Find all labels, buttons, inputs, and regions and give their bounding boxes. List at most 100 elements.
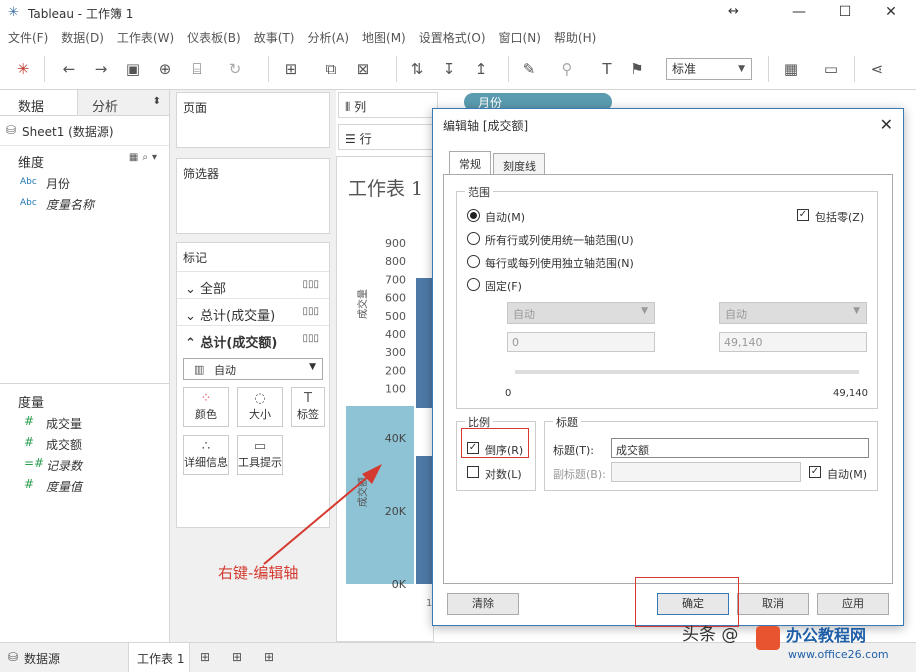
menu-story[interactable]: 故事(T) [254,29,295,46]
tab-general[interactable]: 常规 [449,151,491,175]
measure-hash-icon: # [24,477,35,491]
fixed-start-input[interactable]: 0 [507,332,655,352]
dimension-field-month[interactable]: Abc 月份 [0,172,169,193]
menu-analysis[interactable]: 分析(A) [307,29,349,46]
presentation-icon[interactable]: ▭ [820,58,842,80]
new-worksheet-tab-icon[interactable]: ⊞ [200,643,210,672]
pause-updates-icon[interactable]: ⌸ [186,58,208,80]
field-label: 记录数 [46,459,83,473]
subtitle-input[interactable] [611,462,801,482]
new-worksheet-icon[interactable]: ⊞ [280,58,302,80]
menu-map[interactable]: 地图(M) [362,29,406,46]
string-type-icon: Abc [20,198,37,208]
datasource-item[interactable]: ⛁ Sheet1 (数据源) [0,116,169,146]
redo-icon[interactable]: → [90,58,112,80]
fixed-end-select[interactable]: 自动 ▼ [719,302,867,324]
highlight-icon[interactable]: ✎ [518,58,540,80]
title-input[interactable]: 成交额 [611,438,869,458]
detail-button[interactable]: ∴ 详细信息 [183,435,229,475]
menu-window[interactable]: 窗口(N) [499,29,541,46]
measure-field-measure-values[interactable]: # 度量值 [0,475,169,496]
save-icon[interactable]: ▣ [122,58,144,80]
dimension-tools-icons[interactable]: ▦⌕▾ [129,152,161,163]
menu-file[interactable]: 文件(F) [8,29,48,46]
menu-help[interactable]: 帮助(H) [554,29,596,46]
swap-icon[interactable]: ⇅ [406,58,428,80]
maximize-button[interactable]: ☐ [822,0,868,26]
subtitle-auto-checkbox[interactable]: ✓ 自动(M) [809,466,867,482]
refresh-icon[interactable]: ↻ [224,58,246,80]
new-datasource-icon[interactable]: ⊕ [154,58,176,80]
chevron-down-icon[interactable]: ⬍ [153,96,161,107]
view-size-select[interactable]: 标准 ▼ [666,58,752,80]
mark-type-select[interactable]: ▥ 自动 ▼ [183,358,323,380]
size-icon: ◌ [254,391,266,406]
tab-data[interactable]: 数据 [0,90,78,115]
range-uniform-radio[interactable]: 所有行或列使用统一轴范围(U) [467,232,634,248]
apply-button[interactable]: 应用 [817,593,889,615]
fixed-start-select[interactable]: 自动 ▼ [507,302,655,324]
slider-max-label: 49,140 [833,388,868,399]
range-auto-radio[interactable]: 自动(M) [467,209,525,225]
pages-card[interactable]: 页面 [176,92,330,148]
watermark: 头条 @ 办公教程网 www.office26.com [676,620,916,671]
expand-chevron-icon: ⌄ [185,282,201,297]
pin-icon[interactable]: ⚑ [626,58,648,80]
range-slider[interactable] [515,370,859,374]
marks-row-amount[interactable]: ⌃ 总计(成交额) ▯▯▯ [177,325,329,352]
size-button[interactable]: ◌ 大小 [237,387,283,427]
cancel-button[interactable]: 取消 [737,593,809,615]
tableau-home-icon[interactable]: ✳ [12,58,34,80]
new-story-tab-icon[interactable]: ⊞ [264,643,274,672]
bar-mark-icon: ▯▯▯ [302,306,319,317]
fixed-end-input[interactable]: 49,140 [719,332,867,352]
datasource-label: Sheet1 (数据源) [22,125,114,139]
dialog-title: 编辑轴 [成交额] [443,119,529,133]
label-button[interactable]: T 标签 [291,387,325,427]
sort-descending-icon[interactable]: ↥ [470,58,492,80]
marks-row-volume[interactable]: ⌄ 总计(成交量) ▯▯▯ [177,298,329,325]
columns-label: 列 [354,100,367,114]
sort-ascending-icon[interactable]: ↧ [438,58,460,80]
sheet-tab[interactable]: 工作表 1 [128,643,190,672]
clear-sheet-icon[interactable]: ⊠ [352,58,374,80]
menu-data[interactable]: 数据(D) [61,29,104,46]
menu-format[interactable]: 设置格式(O) [419,29,486,46]
range-independent-radio[interactable]: 每行或每列使用独立轴范围(N) [467,255,634,271]
measure-field-volume[interactable]: # 成交量 [0,412,169,433]
annotation-highlight-reversed [461,428,529,458]
color-button[interactable]: ⁘ 颜色 [183,387,229,427]
field-label: 成交额 [46,438,83,452]
log-checkbox[interactable]: 对数(L) [467,466,522,482]
close-window-button[interactable]: ✕ [868,0,914,26]
clear-button[interactable]: 清除 [447,593,519,615]
dimension-field-measure-names[interactable]: Abc 度量名称 [0,193,169,214]
minimize-button[interactable]: — [776,0,822,26]
datasource-tab[interactable]: 数据源 [24,643,60,672]
rows-shelf[interactable]: ☰ 行 [338,124,438,150]
new-dashboard-tab-icon[interactable]: ⊞ [232,643,242,672]
bar-mark-icon: ▯▯▯ [302,279,319,290]
field-label: 成交量 [46,417,83,431]
include-zero-checkbox[interactable]: ✓ 包括零(Z) [797,209,864,225]
show-labels-icon[interactable]: T [596,58,618,80]
top-axis-tick: 700 [385,273,406,286]
share-icon[interactable]: ⋖ [866,58,888,80]
columns-shelf[interactable]: ⦀ 列 [338,92,438,118]
string-type-icon: Abc [20,177,37,187]
filters-card[interactable]: 筛选器 [176,158,330,234]
measure-field-record-count[interactable]: =# 记录数 [0,454,169,475]
duplicate-sheet-icon[interactable]: ⧉ [320,58,342,80]
marks-row-all[interactable]: ⌄ 全部 ▯▯▯ [177,271,329,298]
close-icon[interactable]: ✕ [880,115,893,134]
columns-shelf-icon: ⦀ [345,100,355,114]
tab-analysis[interactable]: 分析 ⬍ [78,90,169,115]
menu-dashboard[interactable]: 仪表板(B) [187,29,241,46]
tab-tick-marks[interactable]: 刻度线 [493,153,545,175]
menu-worksheet[interactable]: 工作表(W) [117,29,174,46]
undo-icon[interactable]: ← [58,58,80,80]
measure-field-amount[interactable]: # 成交额 [0,433,169,454]
range-fixed-radio[interactable]: 固定(F) [467,278,522,294]
show-me-icon[interactable]: ▦ [780,58,802,80]
group-icon[interactable]: ⚲ [556,58,578,80]
